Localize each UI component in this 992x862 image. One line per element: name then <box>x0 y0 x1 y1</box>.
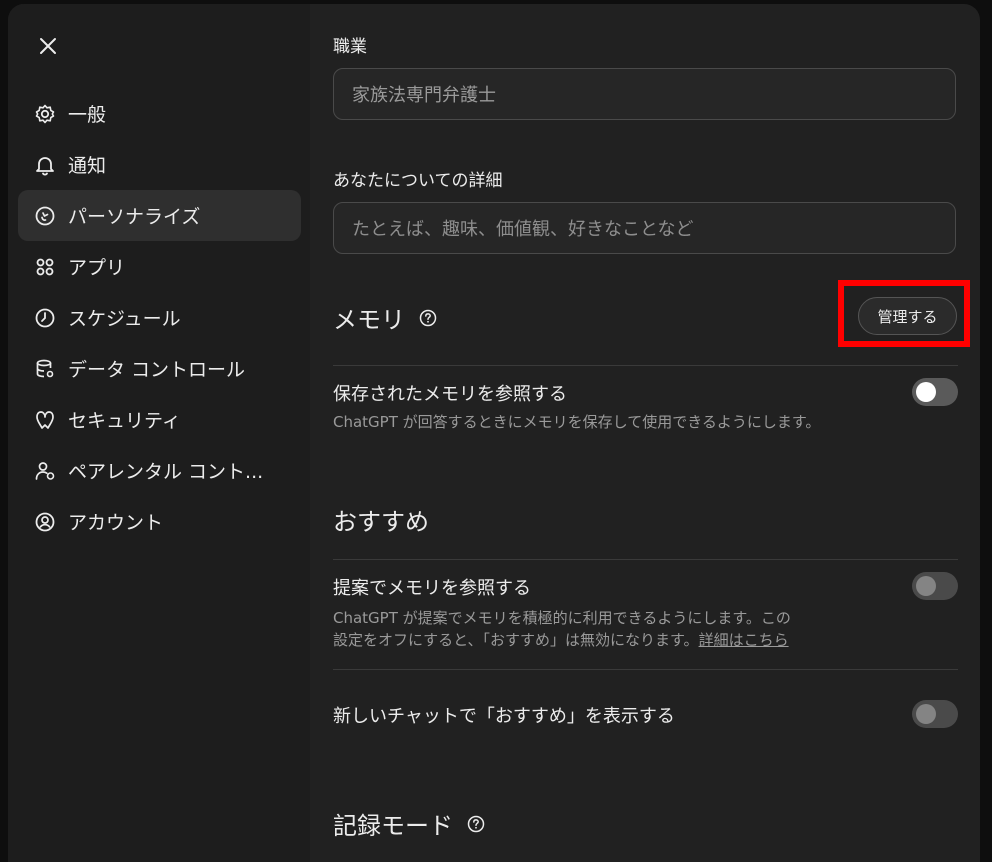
apps-grid-icon <box>34 256 56 278</box>
suggest-memory-toggle[interactable] <box>912 572 958 600</box>
close-icon <box>40 38 56 54</box>
toggle-knob <box>916 382 936 402</box>
sidebar-item-apps[interactable]: アプリ <box>18 241 301 292</box>
manage-memory-button[interactable]: 管理する <box>858 297 957 335</box>
sidebar-item-label: ペアレンタル コント... <box>68 461 264 483</box>
clock-icon <box>34 307 56 329</box>
shield-icon <box>34 409 56 431</box>
recommend-section-title: おすすめ <box>333 508 429 536</box>
sidebar-item-security[interactable]: セキュリティ <box>18 394 301 445</box>
sidebar-item-parental-controls[interactable]: ペアレンタル コント... <box>18 445 301 496</box>
toggle-knob <box>916 704 936 724</box>
sidebar-item-label: パーソナライズ <box>68 206 201 228</box>
close-button[interactable] <box>34 32 62 60</box>
memory-section-title: メモリ <box>333 300 437 335</box>
suggest-desc-line-1: ChatGPT が提案でメモリを積極的に利用できるようにします。この <box>333 609 791 627</box>
sidebar-item-data-controls[interactable]: データ コントロール <box>18 343 301 394</box>
saved-memory-title: 保存されたメモリを参照する <box>333 384 567 405</box>
saved-memory-description: ChatGPT が回答するときにメモリを保存して使用できるようにします。 <box>333 413 821 431</box>
sidebar-item-label: データ コントロール <box>68 359 246 381</box>
sidebar-item-label: 通知 <box>68 155 107 177</box>
sidebar-item-account[interactable]: アカウント <box>18 496 301 547</box>
bell-icon <box>34 154 56 176</box>
sidebar-item-schedule[interactable]: スケジュール <box>18 292 301 343</box>
occupation-field[interactable]: 家族法専門弁護士 <box>333 68 956 120</box>
sidebar-item-label: アカウント <box>68 512 164 534</box>
personalize-icon <box>34 205 56 227</box>
account-icon <box>34 511 56 533</box>
divider <box>333 365 958 366</box>
sidebar-nav: 一般 通知 パーソナライズ アプリ スケジュール データ コントロール セキュリ… <box>18 88 301 547</box>
toggle-knob <box>916 576 936 596</box>
suggest-desc-line-2: 設定をオフにすると、「おすすめ」は無効になります。詳細はこちら <box>333 629 873 651</box>
suggest-memory-title: 提案でメモリを参照する <box>333 578 531 599</box>
sidebar-item-label: 一般 <box>68 104 107 126</box>
new-chat-recommend-toggle[interactable] <box>912 700 958 728</box>
record-title: 記録モード <box>333 812 453 840</box>
divider <box>333 669 958 670</box>
sidebar-item-label: スケジュール <box>68 308 181 330</box>
gear-icon <box>34 103 56 125</box>
occupation-label: 職業 <box>333 37 367 57</box>
help-icon[interactable] <box>467 815 485 833</box>
new-chat-recommend-title: 新しいチャットで「おすすめ」を表示する <box>333 706 675 727</box>
parental-icon <box>34 460 56 482</box>
help-icon[interactable] <box>419 309 437 327</box>
suggest-desc-text: 設定をオフにすると、「おすすめ」は無効になります。 <box>333 631 699 649</box>
about-label: あなたについての詳細 <box>333 171 503 191</box>
sidebar-item-notifications[interactable]: 通知 <box>18 139 301 190</box>
sidebar-item-label: アプリ <box>68 257 126 279</box>
record-section-title: 記録モード <box>333 806 485 841</box>
sidebar: 一般 通知 パーソナライズ アプリ スケジュール データ コントロール セキュリ… <box>8 4 310 862</box>
divider <box>333 559 958 560</box>
sidebar-item-general[interactable]: 一般 <box>18 88 301 139</box>
sidebar-item-label: セキュリティ <box>68 410 181 432</box>
suggest-memory-description: ChatGPT が提案でメモリを積極的に利用できるようにします。この 設定をオフ… <box>333 607 873 651</box>
database-icon <box>34 358 56 380</box>
sidebar-item-personalize[interactable]: パーソナライズ <box>18 190 301 241</box>
memory-title: メモリ <box>333 306 405 334</box>
saved-memory-toggle[interactable] <box>912 378 958 406</box>
learn-more-link[interactable]: 詳細はこちら <box>699 631 789 649</box>
settings-modal: 一般 通知 パーソナライズ アプリ スケジュール データ コントロール セキュリ… <box>8 4 980 862</box>
about-field[interactable]: たとえば、趣味、価値観、好きなことなど <box>333 202 956 254</box>
